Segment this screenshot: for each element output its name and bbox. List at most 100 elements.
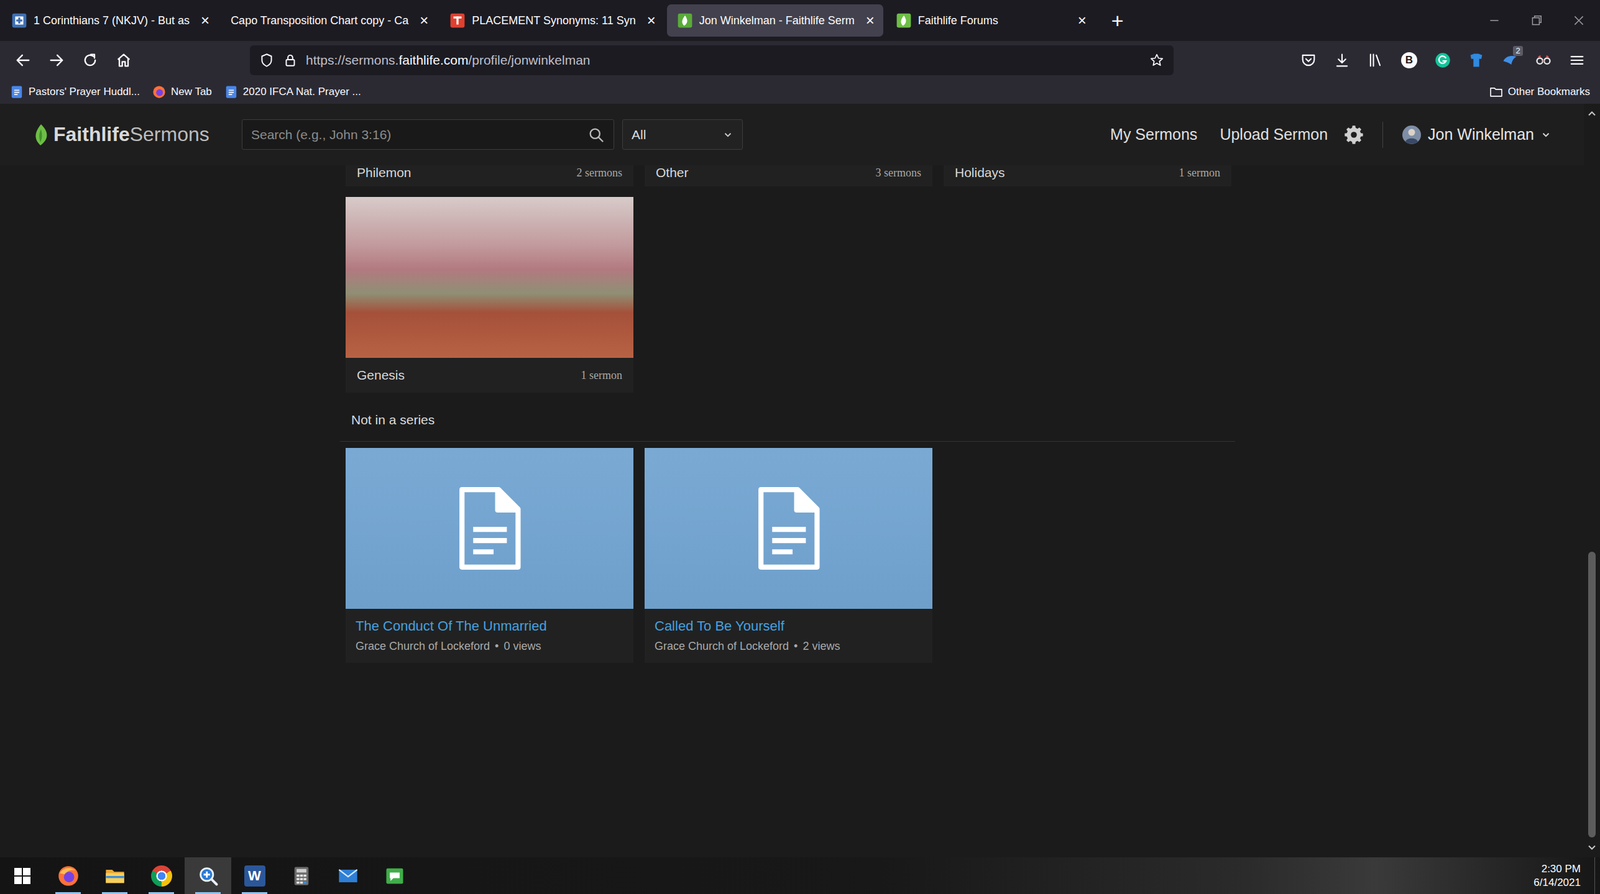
start-button[interactable]: [0, 857, 45, 894]
extension-button[interactable]: 2: [1493, 45, 1527, 75]
sermon-card[interactable]: The Conduct Of The Unmarried Grace Church…: [345, 448, 634, 664]
series-card[interactable]: Genesis1 sermon: [345, 197, 634, 393]
tab-close-button[interactable]: ×: [414, 13, 429, 28]
tab-close-button[interactable]: ×: [195, 13, 210, 28]
series-cover[interactable]: [345, 197, 634, 359]
new-tab-button[interactable]: +: [1097, 8, 1138, 33]
sermon-thumbnail[interactable]: [345, 448, 634, 610]
chevron-down-icon: [722, 129, 734, 141]
bookmark[interactable]: Pastors' Prayer Huddl...: [9, 85, 140, 99]
extension-b-button[interactable]: B: [1392, 45, 1426, 75]
sermon-card[interactable]: Called To Be Yourself Grace Church of Loc…: [644, 448, 933, 664]
pocket-icon: [1299, 51, 1318, 69]
magnifier-icon[interactable]: [587, 126, 605, 144]
clock[interactable]: 2:30 PM6/14/2021: [1527, 857, 1595, 894]
search-field[interactable]: Search (e.g., John 3:16): [241, 119, 615, 150]
series-count: 1 sermon: [1179, 165, 1221, 181]
running-indicator: [195, 892, 221, 894]
browser-tab[interactable]: 1 Corinthians 7 (NKJV) - But as×: [1, 4, 219, 37]
series-card[interactable]: Philemon2 sermons: [345, 165, 634, 187]
filter-value: All: [631, 127, 646, 143]
grammarly-button[interactable]: [1425, 45, 1460, 75]
taskbar-app[interactable]: [184, 857, 232, 894]
sermon-meta: Grace Church of Lockeford•2 views: [654, 639, 923, 654]
sermon-grid: The Conduct Of The Unmarried Grace Church…: [345, 448, 1230, 664]
series-name: Holidays: [954, 165, 1006, 181]
magnifier-icon: [197, 865, 220, 888]
scrollbar[interactable]: [1583, 103, 1600, 858]
extension-button[interactable]: [1526, 45, 1561, 75]
bookmark[interactable]: New Tab: [152, 85, 212, 99]
faithlife-icon: [676, 12, 694, 29]
nav-link[interactable]: My Sermons: [1110, 125, 1198, 144]
taskbar: W 2:30 PM6/14/2021: [0, 857, 1600, 894]
close-window-button[interactable]: [1557, 0, 1600, 42]
church-name[interactable]: Grace Church of Lockeford: [355, 640, 490, 653]
page-content: Philemon2 sermons Other3 sermons Holidays 1…: [0, 165, 1584, 858]
browser-tab[interactable]: PLACEMENT Synonyms: 11 Syn ×: [439, 4, 664, 37]
scroll-down-icon[interactable]: [1585, 841, 1599, 855]
tab-label: PLACEMENT Synonyms: 11 Syn: [471, 14, 636, 28]
browser-tab[interactable]: Faithlife Forums ×: [885, 4, 1096, 37]
filter-dropdown[interactable]: All: [622, 119, 743, 150]
faithlife-sermons-logo[interactable]: FaithlifeSermons: [33, 123, 228, 147]
library-icon: [1366, 51, 1385, 69]
firefox-icon: [57, 865, 80, 888]
library-button[interactable]: [1358, 45, 1393, 75]
show-desktop-button[interactable]: [1594, 857, 1600, 894]
series-card[interactable]: Holidays 1 sermon: [943, 165, 1232, 187]
series-card[interactable]: Other3 sermons: [644, 165, 933, 187]
tab-label: Jon Winkelman - Faithlife Serm: [699, 14, 855, 28]
bookmark-star-icon[interactable]: [1148, 52, 1165, 69]
chrome-icon: [151, 865, 173, 888]
nav-link[interactable]: Upload Sermon: [1219, 125, 1328, 144]
tab-close-button[interactable]: ×: [1072, 13, 1087, 28]
forward-button[interactable]: [39, 45, 74, 75]
home-button[interactable]: [106, 45, 141, 75]
series-name: Other: [655, 165, 689, 181]
glasses-extension-icon: [1534, 51, 1553, 69]
church-name[interactable]: Grace Church of Lockeford: [654, 640, 789, 653]
downloads-button[interactable]: [1325, 45, 1359, 75]
lock-icon: [282, 52, 299, 69]
bookmark-label: 2020 IFCA Nat. Prayer ...: [243, 85, 362, 99]
other-bookmarks[interactable]: Other Bookmarks: [1489, 85, 1591, 99]
running-indicator: [148, 892, 175, 894]
sermon-title[interactable]: Called To Be Yourself: [654, 617, 923, 635]
pocket-button[interactable]: [1291, 45, 1326, 75]
series-count: 1 sermon: [581, 367, 623, 383]
browser-tab[interactable]: Capo Transposition Chart copy - Ca×: [220, 4, 437, 37]
taskbar-app[interactable]: W: [231, 857, 278, 894]
menu-button[interactable]: [1560, 45, 1594, 75]
folder-icon: [103, 865, 127, 888]
user-menu[interactable]: Jon Winkelman: [1401, 124, 1552, 145]
taskbar-app[interactable]: [371, 857, 418, 894]
gear-icon[interactable]: [1343, 124, 1364, 145]
tab-close-button[interactable]: ×: [642, 13, 656, 28]
taskbar-app[interactable]: [91, 857, 138, 894]
taskbar-app[interactable]: [137, 857, 185, 894]
taskbar-app[interactable]: [44, 857, 92, 894]
browser-tab[interactable]: Jon Winkelman - Faithlife Serm ×: [666, 4, 884, 37]
taskbar-app[interactable]: [324, 857, 372, 894]
bookmark[interactable]: 2020 IFCA Nat. Prayer ...: [224, 85, 362, 99]
restore-button[interactable]: [1515, 0, 1558, 42]
extension-button[interactable]: [1459, 45, 1494, 75]
tab-close-button[interactable]: ×: [860, 13, 875, 28]
taskbar-app[interactable]: [277, 857, 325, 894]
reload-button[interactable]: [73, 45, 107, 75]
back-button[interactable]: [6, 45, 40, 75]
leaf-logo-icon: [33, 123, 49, 147]
scroll-up-icon[interactable]: [1585, 107, 1599, 120]
sermon-title[interactable]: The Conduct Of The Unmarried: [355, 617, 624, 635]
address-bar[interactable]: https://sermons.faithlife.com/profile/jo…: [249, 45, 1174, 76]
minimize-button[interactable]: [1473, 0, 1516, 42]
scrollbar-thumb[interactable]: [1588, 551, 1596, 838]
document-icon: [755, 486, 822, 571]
tab-label: Faithlife Forums: [918, 14, 1067, 28]
bookmarks-bar: Pastors' Prayer Huddl... New Tab 2020 IFCA…: [0, 79, 1600, 104]
sermon-thumbnail[interactable]: [644, 448, 933, 610]
folder-icon: [1489, 85, 1504, 99]
separator: •: [793, 640, 798, 653]
mail-icon: [336, 865, 360, 888]
